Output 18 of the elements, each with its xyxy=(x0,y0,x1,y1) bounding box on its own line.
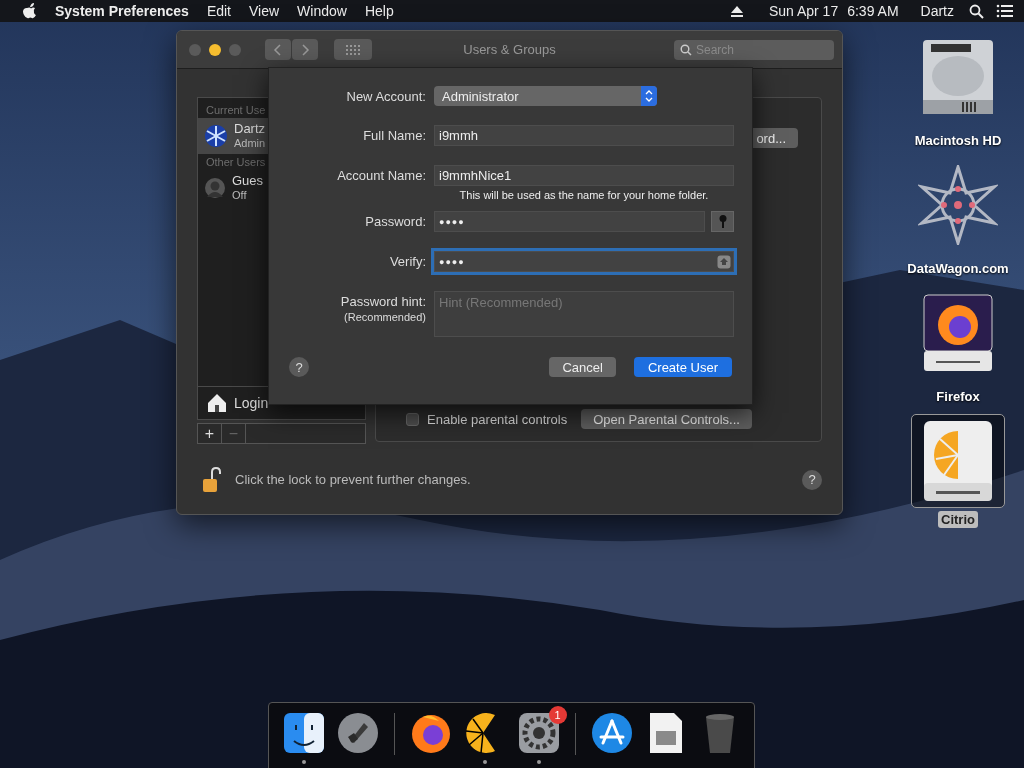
field-label: Password hint: xyxy=(340,294,426,309)
field-label: New Account: xyxy=(346,89,426,104)
field-label: Account Name: xyxy=(337,168,426,183)
user-role: Off xyxy=(232,188,248,202)
field-label: Verify: xyxy=(389,254,426,269)
field-label: Password: xyxy=(365,214,426,229)
window-title: Users & Groups xyxy=(463,42,556,57)
notification-badge: 1 xyxy=(548,706,567,724)
field-label: Full Name: xyxy=(363,128,426,143)
user-name: Dartz xyxy=(234,122,266,136)
field-sublabel: (Recommended) xyxy=(344,311,426,323)
field-note: This will be used as the name for your home folder. xyxy=(458,189,710,201)
password-dots: ●●●● xyxy=(439,256,465,267)
user-role: Admin xyxy=(234,136,266,150)
section-heading: Other Users xyxy=(205,155,267,170)
lock-text: Click the lock to prevent further changes. xyxy=(235,472,471,487)
section-heading: Current Use xyxy=(205,103,267,118)
user-name: Gues xyxy=(232,174,264,188)
